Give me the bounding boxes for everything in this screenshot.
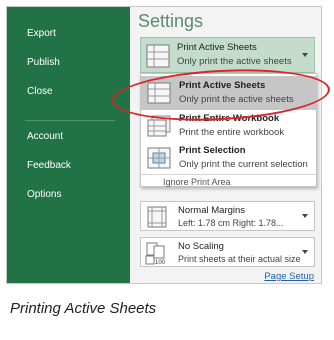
figure-caption: Printing Active Sheets — [10, 300, 157, 317]
settings-title: Settings — [138, 11, 204, 31]
margins-dropdown[interactable]: Normal Margins Left: 1.78 cm Right: 1.78… — [140, 201, 315, 231]
menu-item-title: Print Active Sheets — [179, 80, 266, 91]
scaling-icon: 100 — [145, 242, 171, 271]
sidebar-item-close[interactable]: Close — [7, 79, 130, 105]
scaling-title: No Scaling — [178, 241, 224, 252]
scaling-detail: Print sheets at their actual size — [178, 254, 301, 264]
sidebar-item-publish[interactable]: Publish — [7, 50, 130, 76]
sidebar-divider — [25, 120, 115, 121]
active-sheets-icon — [147, 82, 171, 109]
print-what-dropdown[interactable]: Print Active Sheets Only print the activ… — [140, 37, 315, 73]
menu-item-subtitle: Only print the active sheets — [179, 94, 294, 105]
scaling-dropdown[interactable]: 100 No Scaling Print sheets at their act… — [140, 237, 315, 267]
settings-pane: Settings Print Active Sheets Only print … — [130, 7, 321, 283]
sidebar-item-feedback[interactable]: Feedback — [7, 153, 130, 179]
menu-item-print-selection[interactable]: Print Selection Only print the current s… — [141, 141, 316, 175]
sidebar-item-export[interactable]: Export — [7, 21, 130, 47]
menu-item-title: Print Selection — [179, 145, 246, 156]
backstage-sidebar: Export Publish Close Account Feedback Op… — [7, 7, 130, 283]
margins-detail: Left: 1.78 cm Right: 1.78... — [178, 218, 284, 228]
margins-icon — [145, 206, 169, 233]
sheet-icon — [146, 44, 170, 73]
margins-title: Normal Margins — [178, 205, 246, 216]
chevron-down-icon — [302, 53, 308, 57]
excel-backstage-panel: Export Publish Close Account Feedback Op… — [6, 6, 322, 284]
chevron-down-icon — [302, 214, 308, 218]
scaling-icon-label: 100 — [155, 260, 166, 266]
print-what-title: Print Active Sheets — [177, 42, 257, 53]
print-what-subtitle: Only print the active sheets — [177, 56, 292, 67]
chevron-down-icon — [302, 250, 308, 254]
menu-item-subtitle: Only print the current selection — [179, 159, 308, 170]
menu-divider — [141, 174, 316, 175]
ignore-print-area-option[interactable]: Ignore Print Area — [163, 177, 231, 187]
sidebar-item-options[interactable]: Options — [7, 182, 130, 208]
workbook-icon — [147, 115, 171, 142]
menu-item-print-active-sheets[interactable]: Print Active Sheets Only print the activ… — [141, 76, 316, 110]
selection-icon — [147, 147, 171, 174]
menu-item-subtitle: Print the entire workbook — [179, 127, 285, 138]
menu-item-print-entire-workbook[interactable]: Print Entire Workbook Print the entire w… — [141, 109, 316, 143]
sidebar-item-account[interactable]: Account — [7, 124, 130, 150]
menu-item-title: Print Entire Workbook — [179, 113, 280, 124]
print-what-menu: Print Active Sheets Only print the activ… — [140, 73, 317, 187]
page-setup-link[interactable]: Page Setup — [264, 271, 314, 282]
